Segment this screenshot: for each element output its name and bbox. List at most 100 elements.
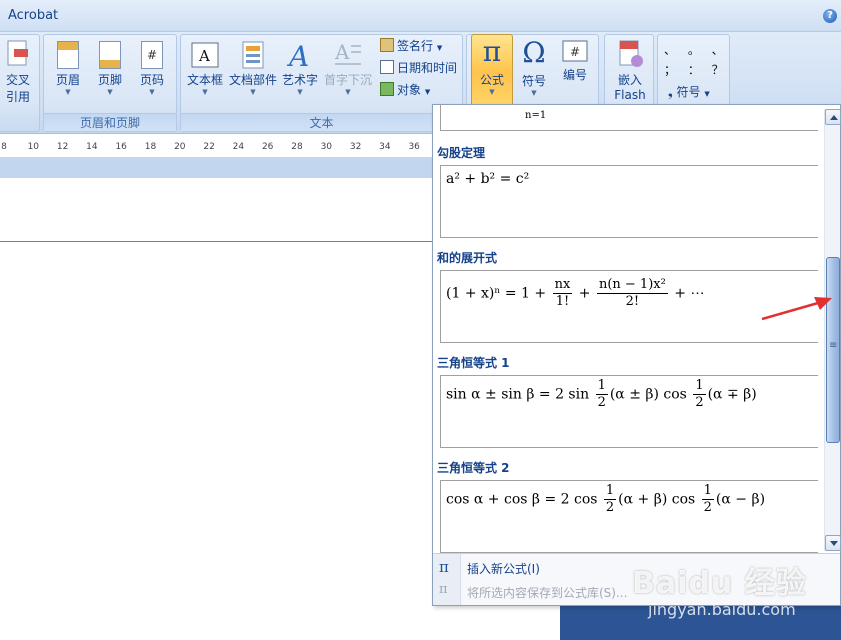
equation-trig-1: sin α ± sin β = 2 sin 1 2 (α ± β) cos 1 2 (α… — [446, 378, 757, 411]
chevron-down-icon: ▼ — [250, 88, 256, 96]
page-number-label: 页码 — [139, 73, 164, 87]
chevron-down-icon: ▼ — [704, 90, 710, 98]
eq-tail: (α ∓ β) — [707, 386, 757, 403]
symbol-button[interactable]: Ω 符号 ▼ — [515, 36, 553, 97]
quick-parts-icon — [242, 41, 264, 69]
symbol-glyphs-row-1[interactable]: 、 。 、 — [664, 41, 728, 58]
eq-mid: (α ± β) cos — [609, 386, 692, 403]
formula-button[interactable]: π 公式 ▼ — [471, 34, 513, 112]
eq-lhs: cos α + cos β = 2 cos — [446, 491, 602, 508]
save-selection-to-gallery-item[interactable]: 将所选内容保存到公式库(S)... — [467, 584, 627, 601]
svg-text:A: A — [198, 47, 210, 65]
frac-denominator: 2 — [703, 500, 712, 515]
ruler-tick-label: 30 — [320, 142, 333, 152]
category-trig-identity-2: 三角恒等式 2 — [437, 461, 510, 475]
equation-binomial: (1 + x)ⁿ = 1 + nx 1! + n(n − 1)x² 2! + ⋯ — [446, 277, 704, 310]
frac-numerator: nx — [552, 277, 573, 294]
formula-label: 公式 — [479, 73, 504, 87]
chevron-down-icon: ▼ — [436, 44, 443, 52]
ruler-tick-label: 18 — [144, 142, 157, 152]
equation-item-partial[interactable]: n=1 — [440, 105, 818, 131]
header-button[interactable]: 页眉 ▼ — [50, 41, 86, 96]
symbol-label: 符号 — [521, 74, 546, 88]
insert-new-equation-item[interactable]: 插入新公式(I) — [467, 560, 540, 577]
formula-inner: π 公式 ▼ — [472, 35, 512, 96]
ruler-tick-label: 16 — [115, 142, 127, 152]
svg-text:A: A — [286, 41, 309, 69]
eq-tail: (α − β) — [715, 491, 766, 508]
omega-icon: Ω — [522, 36, 546, 69]
flash-icon — [619, 40, 643, 67]
pi-icon: π — [482, 35, 502, 68]
eq-lhs: sin α ± sin β = 2 sin — [446, 386, 594, 403]
watermark-url: jingyan.baidu.com — [648, 600, 796, 619]
equation-item-trig-identity-2[interactable]: cos α + cos β = 2 cos 1 2 (α + β) cos 1 2 (α… — [440, 480, 818, 553]
chevron-down-icon: ▼ — [345, 88, 351, 96]
date-time-button[interactable]: 日期和时间 — [380, 59, 457, 76]
equation-partial-text: n=1 — [525, 110, 547, 121]
ruler-tick-label: 8 — [1, 142, 7, 152]
svg-text:#: # — [570, 45, 580, 59]
chevron-down-icon: ▼ — [202, 88, 208, 96]
ruler-tick-label: 22 — [203, 142, 215, 152]
header-separator-line — [0, 241, 432, 242]
wordart-button[interactable]: A 艺术字 ▼ — [281, 41, 319, 96]
scroll-up-arrow-icon[interactable] — [825, 109, 841, 125]
equation-pythagorean: a² + b² = c² — [446, 171, 530, 187]
category-trig-identity-1: 三角恒等式 1 — [437, 356, 510, 370]
textbox-icon: A — [191, 42, 219, 68]
equation-trig-2: cos α + cos β = 2 cos 1 2 (α + β) cos 1 2 (α… — [446, 483, 765, 516]
signature-line-label: 签名行 — [397, 39, 434, 53]
date-time-label: 日期和时间 — [397, 61, 458, 75]
equation-gallery-list: n=1 勾股定理 a² + b² = c² 和的展开式 (1 + x)ⁿ = 1… — [433, 105, 821, 553]
help-icon[interactable]: ? — [823, 9, 837, 23]
frac-numerator: 1 — [595, 378, 608, 395]
symbol-glyphs-row-2[interactable]: ； ： ？ — [664, 61, 728, 78]
dropcap-label: 首字下沉 — [323, 73, 372, 87]
footer-button[interactable]: 页脚 ▼ — [92, 41, 128, 96]
equation-gallery-dropdown: n=1 勾股定理 a² + b² = c² 和的展开式 (1 + x)ⁿ = 1… — [432, 104, 841, 606]
dropcap-button[interactable]: A 首字下沉 ▼ — [323, 41, 373, 96]
chevron-down-icon: ▼ — [489, 88, 495, 96]
frac-denominator: 1! — [555, 294, 570, 309]
ruler-tick-label: 34 — [379, 142, 391, 152]
frac-denominator: 2! — [625, 294, 640, 309]
header-footer-group-label: 页眉和页脚 — [44, 113, 176, 131]
gallery-scrollbar[interactable] — [824, 109, 841, 551]
footer-label: 页脚 — [97, 73, 122, 87]
object-button[interactable]: 对象 ▼ — [380, 81, 430, 98]
ruler-band — [0, 158, 432, 178]
frac-denominator: 2 — [605, 500, 615, 515]
scroll-thumb[interactable] — [826, 257, 840, 443]
equation-item-pythagorean[interactable]: a² + b² = c² — [440, 165, 818, 238]
quick-parts-button[interactable]: 文档部件 ▼ — [229, 41, 277, 96]
numbering-button[interactable]: # 编号 — [556, 38, 594, 83]
ruler-tick-label: 26 — [261, 142, 274, 152]
eq-plus: + — [574, 285, 595, 302]
cross-reference-button[interactable]: 交叉 引用 — [0, 39, 37, 105]
ruler-tick-label: 28 — [291, 142, 303, 152]
app-title: Acrobat — [8, 8, 59, 23]
document-page[interactable] — [0, 178, 432, 640]
scroll-down-arrow-icon[interactable] — [825, 535, 841, 551]
frac-numerator: n(n − 1)x² — [596, 277, 668, 294]
quick-parts-label: 文档部件 — [229, 73, 278, 87]
embed-flash-label-2: Flash — [614, 88, 646, 102]
embed-flash-button[interactable]: 嵌入 Flash — [609, 39, 651, 102]
svg-text:A: A — [334, 41, 350, 64]
baidu-watermark: Baidu 经验 jingyan.baidu.com — [632, 558, 807, 619]
special-symbol-button[interactable]: ❟ 符号 ▼ — [668, 83, 710, 100]
cross-reference-label-2: 引用 — [5, 90, 30, 104]
chevron-down-icon: ▼ — [65, 88, 71, 96]
title-bar: Acrobat ? — [0, 0, 841, 32]
textbox-button[interactable]: A 文本框 ▼ — [185, 41, 225, 96]
horizontal-ruler[interactable]: 8 10 12 14 16 18 20 22 24 26 28 30 32 34 36 — [0, 140, 432, 158]
annotation-arrow-icon — [761, 297, 832, 321]
page-number-icon — [141, 41, 163, 69]
category-binomial: 和的展开式 — [437, 251, 498, 265]
signature-line-button[interactable]: 签名行 ▼ — [380, 37, 442, 54]
fraction: nx 1! — [552, 277, 573, 310]
page-number-button[interactable]: 页码 ▼ — [134, 41, 170, 96]
equation-item-trig-identity-1[interactable]: sin α ± sin β = 2 sin 1 2 (α ± β) cos 1 2 (α… — [440, 375, 818, 448]
embed-flash-label-1: 嵌入 — [617, 73, 642, 87]
